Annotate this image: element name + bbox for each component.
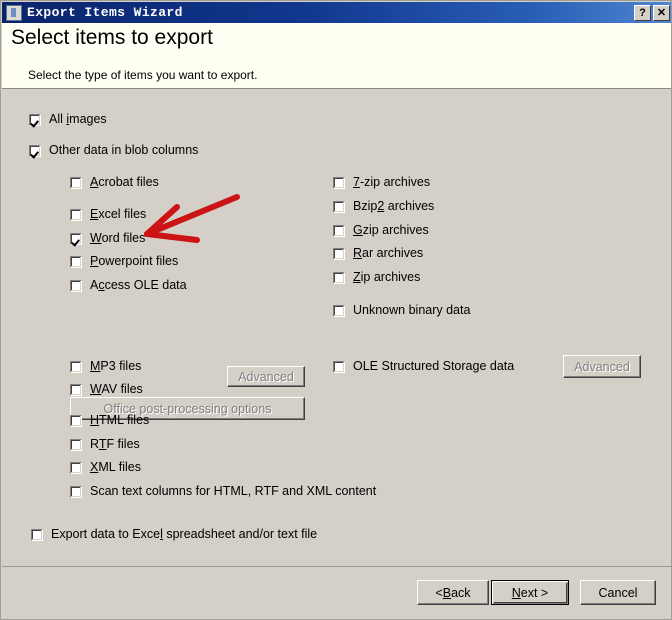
checkbox-label: Gzip archives [353, 223, 429, 237]
checkbox-box[interactable] [70, 361, 82, 373]
checkbox-box[interactable] [70, 384, 82, 396]
checkbox-label: Powerpoint files [90, 254, 179, 268]
wizard-icon [6, 4, 22, 21]
checkbox-excel-files[interactable]: Excel files [70, 207, 146, 222]
checkbox-box[interactable] [333, 305, 345, 317]
checkbox-gzip-archives[interactable]: Gzip archives [333, 223, 429, 238]
back-button[interactable]: < Back [417, 580, 489, 605]
checkbox-bzip2-archives[interactable]: Bzip2 archives [333, 199, 434, 214]
checkbox-other-blob-data[interactable]: Other data in blob columns [29, 143, 198, 158]
checkbox-label: Bzip2 archives [353, 199, 435, 213]
checkbox-label: Rar archives [353, 246, 424, 260]
checkbox-access-ole-data[interactable]: Access OLE data [70, 278, 187, 293]
checkbox-box[interactable] [333, 361, 345, 373]
title-bar: Export Items Wizard ? ✕ [2, 2, 671, 23]
checkbox-all-images[interactable]: All images [29, 112, 107, 127]
checkbox-7zip-archives[interactable]: 7-zip archives [333, 175, 430, 190]
checkbox-acrobat-files[interactable]: Acrobat files [70, 175, 159, 190]
wizard-button-bar: < Back Next > Cancel [2, 567, 671, 619]
checkbox-box[interactable] [333, 177, 345, 189]
checkbox-export-to-excel-or-text[interactable]: Export data to Excel spreadsheet and/or … [31, 527, 317, 542]
checkbox-label: HTML files [90, 413, 150, 427]
checkbox-rar-archives[interactable]: Rar archives [333, 246, 423, 261]
checkbox-label: WAV files [90, 382, 143, 396]
checkbox-label: MP3 files [90, 359, 142, 373]
checkbox-label: Export data to Excel spreadsheet and/or … [51, 527, 318, 541]
checkbox-scan-text-columns[interactable]: Scan text columns for HTML, RTF and XML … [70, 484, 376, 499]
page-subtitle: Select the type of items you want to exp… [28, 68, 258, 82]
checkbox-xml-files[interactable]: XML files [70, 460, 141, 475]
checkbox-box[interactable] [70, 415, 82, 427]
checkbox-label: XML files [90, 460, 141, 474]
checkbox-box[interactable] [70, 439, 82, 451]
checkbox-box[interactable] [333, 248, 345, 260]
cancel-button[interactable]: Cancel [580, 580, 656, 605]
checkbox-box[interactable] [333, 201, 345, 213]
checkbox-box[interactable] [31, 529, 43, 541]
checkbox-label: Scan text columns for HTML, RTF and XML … [90, 484, 377, 498]
checkbox-mp3-files[interactable]: MP3 files [70, 359, 141, 374]
checkbox-box[interactable] [70, 177, 82, 189]
checkbox-box[interactable] [70, 486, 82, 498]
checkbox-label: Access OLE data [90, 278, 187, 292]
checkbox-label: RTF files [90, 437, 140, 451]
checkbox-label: Word files [90, 231, 146, 245]
checkbox-label: Unknown binary data [353, 303, 471, 317]
options-panel: All images Other data in blob columns Ac… [2, 90, 671, 567]
page-title: Select items to export [11, 26, 213, 49]
help-button[interactable]: ? [634, 4, 651, 21]
checkbox-box[interactable] [29, 145, 41, 157]
checkbox-label: Excel files [90, 207, 147, 221]
checkbox-rtf-files[interactable]: RTF files [70, 437, 140, 452]
checkbox-zip-archives[interactable]: Zip archives [333, 270, 420, 285]
checkbox-word-files[interactable]: Word files [70, 231, 145, 246]
checkbox-box[interactable] [70, 209, 82, 221]
wizard-header: Select items to export Select the type o… [2, 23, 671, 89]
window-title: Export Items Wizard [27, 5, 183, 20]
close-icon[interactable]: ✕ [653, 4, 670, 21]
checkbox-label: 7-zip archives [353, 175, 431, 189]
export-items-wizard-dialog: Export Items Wizard ? ✕ Select items to … [0, 0, 672, 620]
checkbox-box[interactable] [333, 272, 345, 284]
checkbox-unknown-binary-data[interactable]: Unknown binary data [333, 303, 470, 318]
next-button[interactable]: Next > [491, 580, 569, 605]
checkbox-box[interactable] [70, 233, 82, 245]
checkbox-box[interactable] [29, 114, 41, 126]
checkbox-box[interactable] [70, 280, 82, 292]
checkbox-box[interactable] [70, 256, 82, 268]
advanced-access-button[interactable]: Advanced [227, 366, 305, 387]
advanced-ole-button[interactable]: Advanced [563, 355, 641, 378]
checkbox-label: Acrobat files [90, 175, 159, 189]
checkbox-html-files[interactable]: HTML files [70, 413, 149, 428]
checkbox-label: OLE Structured Storage data [353, 359, 515, 373]
checkbox-wav-files[interactable]: WAV files [70, 382, 143, 397]
checkbox-label: Zip archives [353, 270, 421, 284]
checkbox-powerpoint-files[interactable]: Powerpoint files [70, 254, 178, 269]
checkbox-box[interactable] [70, 462, 82, 474]
checkbox-ole-structured-storage[interactable]: OLE Structured Storage data [333, 359, 514, 374]
checkbox-label: All images [49, 112, 107, 126]
checkbox-box[interactable] [333, 225, 345, 237]
checkbox-label: Other data in blob columns [49, 143, 199, 157]
